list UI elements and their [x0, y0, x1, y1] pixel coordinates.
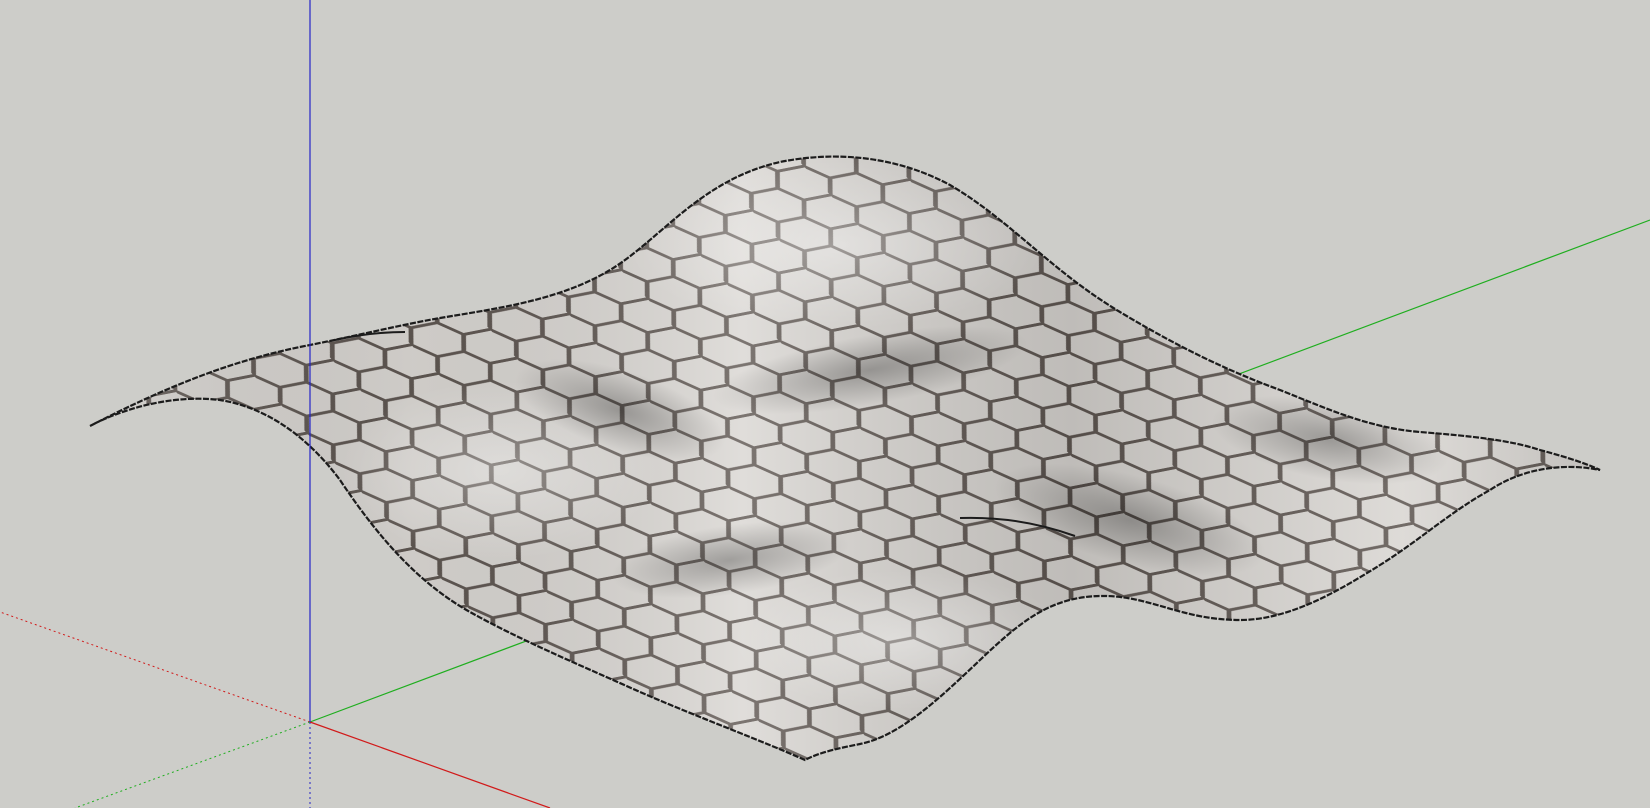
green-axis-negative	[74, 721, 311, 808]
viewport-canvas[interactable]	[0, 0, 1650, 808]
red-axis-negative	[0, 611, 311, 723]
red-axis	[309, 721, 551, 808]
hexagon-tiled-surface[interactable]	[0, 0, 1650, 808]
3d-viewport[interactable]	[0, 0, 1650, 808]
